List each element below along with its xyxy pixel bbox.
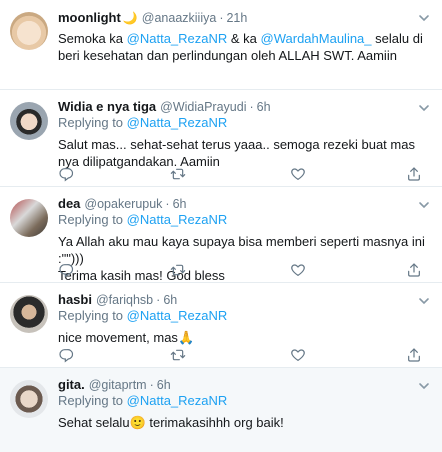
retweet-icon[interactable] <box>170 347 186 363</box>
mention-link[interactable]: @WardahMaulina_ <box>261 31 372 46</box>
tweet[interactable]: hasbi @fariqhsb · 6h Replying to @Natta_… <box>0 283 442 368</box>
separator: · <box>249 100 254 114</box>
share-icon[interactable] <box>406 166 422 182</box>
tweet-text: Semoka ka @Natta_RezaNR & ka @WardahMaul… <box>58 30 432 64</box>
retweet-icon[interactable] <box>170 166 186 182</box>
heart-icon[interactable] <box>290 262 306 278</box>
tweet[interactable]: dea @opakerupuk · 6h Replying to @Natta_… <box>0 187 442 283</box>
avatar[interactable] <box>10 102 48 140</box>
user-name[interactable]: dea <box>58 196 80 212</box>
avatar[interactable] <box>10 295 48 333</box>
chevron-down-icon[interactable] <box>418 103 430 113</box>
replying-to: Replying to @Natta_RezaNR <box>58 212 432 228</box>
timestamp[interactable]: 6h <box>257 99 271 115</box>
text-segment: & ka <box>227 31 261 46</box>
user-handle[interactable]: @WidiaPrayudi <box>160 99 246 115</box>
user-name[interactable]: hasbi <box>58 292 92 308</box>
mention-link[interactable]: @Natta_RezaNR <box>127 308 228 323</box>
smiley-emoji: 🙂 <box>129 415 146 430</box>
user-handle[interactable]: @gitaprtm <box>89 377 147 393</box>
mention-link[interactable]: @Natta_RezaNR <box>127 31 228 46</box>
timestamp[interactable]: 6h <box>173 196 187 212</box>
avatar[interactable] <box>10 199 48 237</box>
reply-icon[interactable] <box>58 166 74 182</box>
reply-icon[interactable] <box>58 262 74 278</box>
separator: · <box>219 11 224 25</box>
separator: · <box>156 293 161 307</box>
tweet-text: Sehat selalu🙂 terimakasihhh org baik! <box>58 414 432 431</box>
user-handle[interactable]: @opakerupuk <box>84 196 162 212</box>
tweet-text: nice movement, mas🙏 <box>58 329 432 346</box>
crescent-moon-icon: 🌙 <box>122 11 138 25</box>
text-segment: Sehat selalu <box>58 415 130 430</box>
user-handle[interactable]: @fariqhsb <box>96 292 153 308</box>
avatar[interactable] <box>10 12 48 50</box>
user-name[interactable]: Widia e nya tiga <box>58 99 156 115</box>
chevron-down-icon[interactable] <box>418 296 430 306</box>
reply-icon[interactable] <box>58 347 74 363</box>
text-segment: nice movement, mas <box>58 330 178 345</box>
tweet[interactable]: moonlight 🌙 @anaazkiiiya · 21h Semoka ka… <box>0 0 442 90</box>
mention-link[interactable]: @Natta_RezaNR <box>127 212 228 227</box>
tweet[interactable]: Widia e nya tiga @WidiaPrayudi · 6h Repl… <box>0 90 442 187</box>
user-name[interactable]: moonlight <box>58 10 121 26</box>
avatar[interactable] <box>10 380 48 418</box>
heart-icon[interactable] <box>290 166 306 182</box>
chevron-down-icon[interactable] <box>418 200 430 210</box>
text-segment: terimakasihhh org baik! <box>145 415 284 430</box>
heart-icon[interactable] <box>290 347 306 363</box>
timestamp[interactable]: 6h <box>157 377 171 393</box>
reply-prefix: Replying to <box>58 115 127 130</box>
chevron-down-icon[interactable] <box>418 381 430 391</box>
chevron-down-icon[interactable] <box>418 13 430 23</box>
replying-to: Replying to @Natta_RezaNR <box>58 393 432 409</box>
mention-link[interactable]: @Natta_RezaNR <box>127 393 228 408</box>
share-icon[interactable] <box>406 262 422 278</box>
timestamp[interactable]: 6h <box>163 292 177 308</box>
mention-link[interactable]: @Natta_RezaNR <box>127 115 228 130</box>
replying-to: Replying to @Natta_RezaNR <box>58 308 432 324</box>
user-handle[interactable]: @anaazkiiiya <box>142 10 217 26</box>
separator: · <box>165 197 170 211</box>
reply-prefix: Replying to <box>58 212 127 227</box>
reply-prefix: Replying to <box>58 393 127 408</box>
tweet-actions <box>58 347 432 363</box>
tweet-text: Salut mas... sehat-sehat terus yaaa.. se… <box>58 137 415 169</box>
praying-hands-emoji: 🙏 <box>177 330 195 345</box>
replying-to: Replying to @Natta_RezaNR <box>58 115 432 131</box>
retweet-icon[interactable] <box>170 262 186 278</box>
tweet-actions <box>58 166 432 182</box>
tweet-actions <box>58 262 432 278</box>
separator: · <box>149 378 154 392</box>
share-icon[interactable] <box>406 347 422 363</box>
text-segment: Semoka ka <box>58 31 127 46</box>
user-name[interactable]: gita. <box>58 377 85 393</box>
tweet[interactable]: gita. @gitaprtm · 6h Replying to @Natta_… <box>0 368 442 452</box>
timestamp[interactable]: 21h <box>226 10 247 26</box>
reply-prefix: Replying to <box>58 308 127 323</box>
